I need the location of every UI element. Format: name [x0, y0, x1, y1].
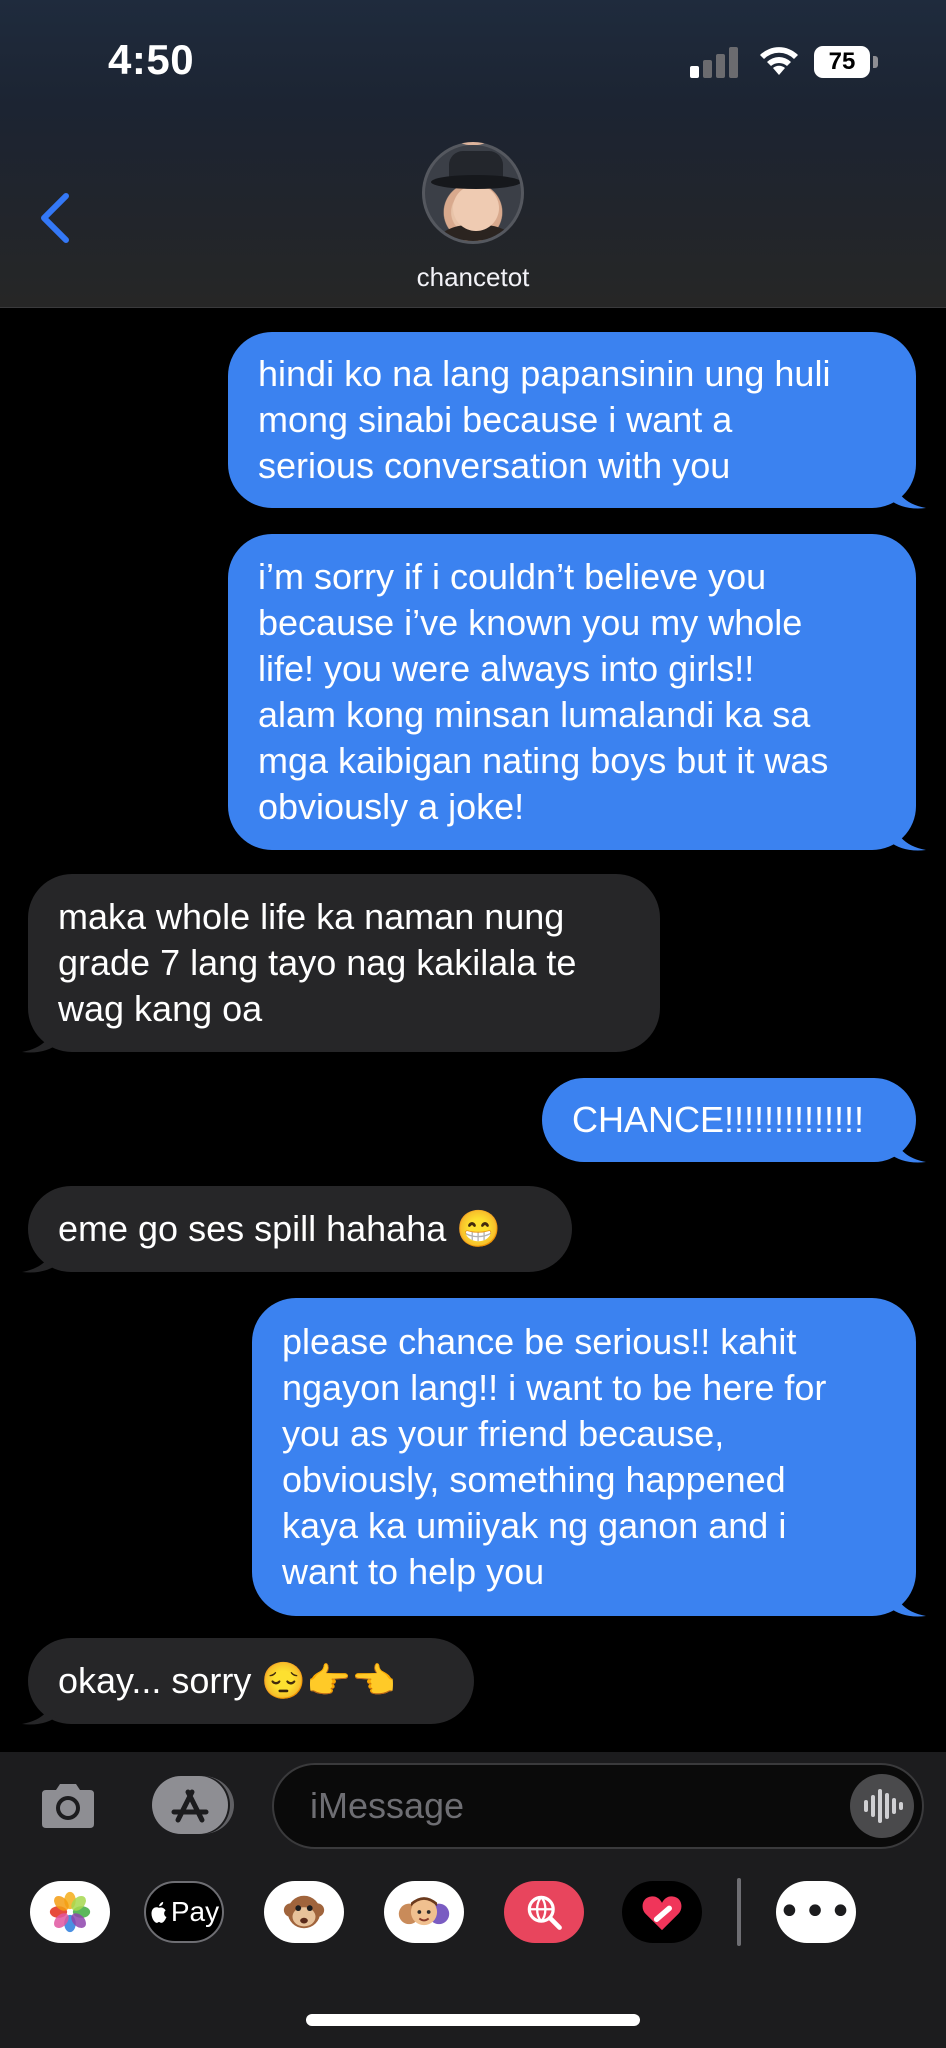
more-icon: ••• [777, 1889, 855, 1935]
photos-icon [49, 1891, 91, 1933]
monkey-icon [283, 1895, 325, 1929]
message-bubble-received[interactable]: okay... sorry 😔👉👈 [28, 1638, 474, 1724]
audio-message-icon[interactable] [850, 1774, 914, 1838]
message-bubble-sent[interactable]: hindi ko na lang papansinin ung huli mon… [228, 332, 916, 508]
back-chevron-icon[interactable] [36, 190, 76, 246]
contact-avatar[interactable] [422, 142, 524, 244]
apple-pay-label: Pay [170, 1896, 220, 1927]
apple-logo-icon [151, 1902, 167, 1923]
bubble-tail [22, 1686, 58, 1725]
avatar-hat-brim [431, 175, 521, 189]
memoji-stickers-button[interactable] [264, 1881, 344, 1943]
bubble-tail [890, 812, 926, 851]
contact-name[interactable]: chancetot [0, 262, 946, 293]
message-bubble-sent[interactable]: CHANCE!!!!!!!!!!!!!! [542, 1078, 916, 1162]
bubble-tail [22, 1014, 58, 1053]
bubble-tail [890, 1578, 926, 1617]
digital-touch-button[interactable] [622, 1881, 702, 1943]
photos-app-button[interactable] [30, 1881, 110, 1943]
message-bubble-received[interactable]: maka whole life ka naman nung grade 7 la… [28, 874, 660, 1052]
apple-pay-button[interactable]: Pay [144, 1881, 224, 1943]
image-search-button[interactable] [504, 1881, 584, 1943]
bubble-tail [890, 470, 926, 509]
avatar-face [453, 185, 499, 231]
heart-icon [642, 1896, 682, 1931]
message-bubble-sent[interactable]: please chance be serious!! kahit ngayon … [252, 1298, 916, 1616]
bubble-tail [890, 1124, 926, 1163]
imessage-input[interactable] [272, 1763, 924, 1849]
battery-level: 75 [814, 46, 870, 78]
drawer-divider [737, 1878, 741, 1946]
status-time: 4:50 [108, 36, 195, 83]
message-bubble-sent[interactable]: i’m sorry if i couldn’t believe you beca… [228, 534, 916, 850]
bubble-tail [22, 1234, 58, 1273]
memoji-button[interactable] [384, 1881, 464, 1943]
cellular-signal-icon [690, 46, 738, 78]
memoji-icon [398, 1897, 450, 1926]
home-indicator[interactable] [306, 2014, 640, 2026]
globe-search-icon [527, 1895, 562, 1930]
app-store-icon [171, 1789, 209, 1823]
battery-cap [873, 56, 878, 68]
message-bubble-received[interactable]: eme go ses spill hahaha 😁 [28, 1186, 572, 1272]
more-apps-button[interactable]: ••• [776, 1881, 856, 1943]
wifi-icon [760, 47, 798, 75]
app-store-button[interactable] [152, 1776, 234, 1834]
camera-icon[interactable] [38, 1780, 98, 1832]
